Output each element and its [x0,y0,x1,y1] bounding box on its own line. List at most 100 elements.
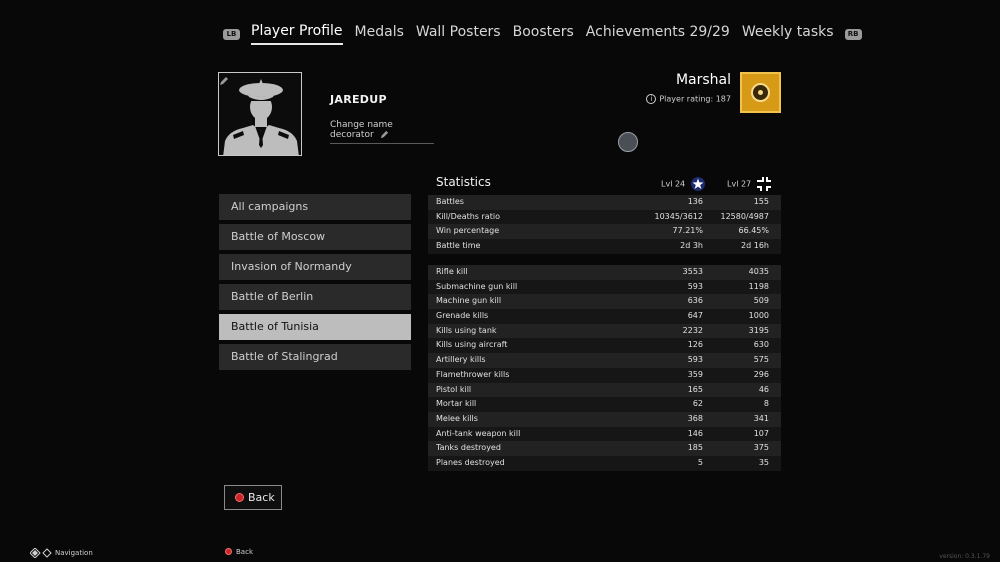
kill-stats-table: Rifle kill 3553 4035 Submachine gun kill 593… [428,265,781,471]
change-name-decorator-link[interactable]: Change name decorator [330,120,434,144]
allies-star-icon [690,177,705,191]
stat-row: Pistol kill 165 46 [428,382,781,398]
campaign-stalingrad[interactable]: Battle of Stalingrad [219,344,411,370]
axis-value: 341 [753,413,769,423]
stat-row: Machine gun kill 636 509 [428,294,781,310]
campaign-tunisia[interactable]: Battle of Tunisia [219,314,411,340]
officer-silhouette-icon [223,79,299,155]
footer-back[interactable]: Back [225,548,253,556]
axis-value: 509 [753,296,769,306]
axis-level-label: Lvl 27 [727,179,752,189]
lb-bumper-icon[interactable]: LB [223,28,240,40]
stat-label: Melee kills [436,413,478,423]
player-rating-label: Player rating: 187 [659,94,731,104]
username: JAREDUP [330,93,387,106]
axis-value: 155 [753,197,769,206]
rb-bumper-icon[interactable]: RB [844,28,862,40]
stat-row: Battles 136 155 [428,195,781,210]
stat-label: Tanks destroyed [436,443,501,453]
axis-value: 35 [758,457,769,467]
tab-medals[interactable]: Medals [355,24,404,44]
stat-row: Battle time 2d 3h 2d 16h [428,239,781,254]
axis-value: 375 [753,443,769,453]
back-button[interactable]: Back [224,485,282,510]
b-button-icon [235,493,244,502]
pencil-icon [380,130,388,139]
axis-level: Lvl 27 [727,177,771,191]
campaign-normandy[interactable]: Invasion of Normandy [219,254,411,280]
rank-medal-icon[interactable] [740,72,781,113]
stat-row: Anti-tank weapon kill 146 107 [428,426,781,442]
axis-value: 12580/4987 [720,211,769,221]
stat-label: Kills using tank [436,325,497,335]
edit-avatar-icon[interactable] [219,76,229,86]
cursor-indicator [618,132,638,152]
axis-value: 4035 [748,267,769,276]
top-tabs: LB Player Profile Medals Wall Posters Bo… [218,22,867,46]
tab-achievements[interactable]: Achievements 29/29 [586,24,730,44]
stat-label: Artillery kills [436,355,486,365]
avatar[interactable] [218,72,302,156]
allies-value: 10345/3612 [654,211,703,221]
footer-back-label: Back [236,548,253,556]
player-rating: i Player rating: 187 [646,94,731,104]
stat-label: Win percentage [436,226,500,236]
axis-value: 2d 16h [741,241,769,251]
campaign-moscow[interactable]: Battle of Moscow [219,224,411,250]
tab-boosters[interactable]: Boosters [513,24,574,44]
stat-row: Planes destroyed 5 35 [428,455,781,471]
allies-value: 136 [687,197,703,206]
rank-title: Marshal [675,72,731,88]
b-button-small-icon [225,548,232,555]
campaign-all[interactable]: All campaigns [219,194,411,220]
axis-value: 1000 [748,311,769,321]
stat-row: Rifle kill 3553 4035 [428,265,781,280]
allies-value: 647 [687,311,703,321]
stat-label: Mortar kill [436,399,477,409]
allies-value: 3553 [682,267,703,276]
axis-value: 296 [753,369,769,379]
allies-value: 593 [687,355,703,365]
statistics-header: Statistics Lvl 24 Lvl 27 [428,172,781,192]
axis-value: 66.45% [738,226,769,236]
stat-row: Flamethrower kills 359 296 [428,367,781,383]
allies-value: 77.21% [672,226,703,236]
axis-value: 630 [753,340,769,350]
tab-weekly-tasks[interactable]: Weekly tasks [742,24,834,44]
stat-label: Battles [436,197,464,206]
allies-value: 359 [687,369,703,379]
statistics-title: Statistics [436,175,491,189]
stat-label: Grenade kills [436,311,489,321]
campaign-list: All campaigns Battle of Moscow Invasion … [219,194,411,374]
dpad-icon [29,547,52,559]
stat-row: Kills using aircraft 126 630 [428,338,781,354]
tab-wall-posters[interactable]: Wall Posters [416,24,501,44]
axis-value: 1198 [748,281,769,291]
version-label: version: 0.3.1.79 [939,553,990,560]
stat-row: Kill/Deaths ratio 10345/3612 12580/4987 [428,209,781,225]
axis-value: 8 [763,399,769,409]
tab-player-profile[interactable]: Player Profile [251,23,343,45]
stat-row: Submachine gun kill 593 1198 [428,279,781,295]
allies-value: 636 [687,296,703,306]
allies-value: 62 [692,399,703,409]
campaign-berlin[interactable]: Battle of Berlin [219,284,411,310]
stat-row: Mortar kill 62 8 [428,397,781,412]
stat-row: Artillery kills 593 575 [428,353,781,368]
allies-value: 2d 3h [680,241,703,251]
stat-label: Kill/Deaths ratio [436,211,500,221]
allies-value: 2232 [682,325,703,335]
stat-row: Win percentage 77.21% 66.45% [428,224,781,240]
axis-value: 575 [753,355,769,365]
allies-value: 165 [687,384,703,394]
stat-label: Planes destroyed [436,457,505,467]
allies-value: 126 [687,340,703,350]
stat-label: Submachine gun kill [436,281,518,291]
stat-label: Kills using aircraft [436,340,508,350]
stat-label: Anti-tank weapon kill [436,428,521,438]
info-icon[interactable]: i [646,94,657,104]
stat-row: Grenade kills 647 1000 [428,309,781,324]
stat-label: Battle time [436,241,481,251]
allies-value: 368 [687,413,703,423]
general-stats-table: Battles 136 155 Kill/Deaths ratio 10345/3612… [428,195,781,254]
